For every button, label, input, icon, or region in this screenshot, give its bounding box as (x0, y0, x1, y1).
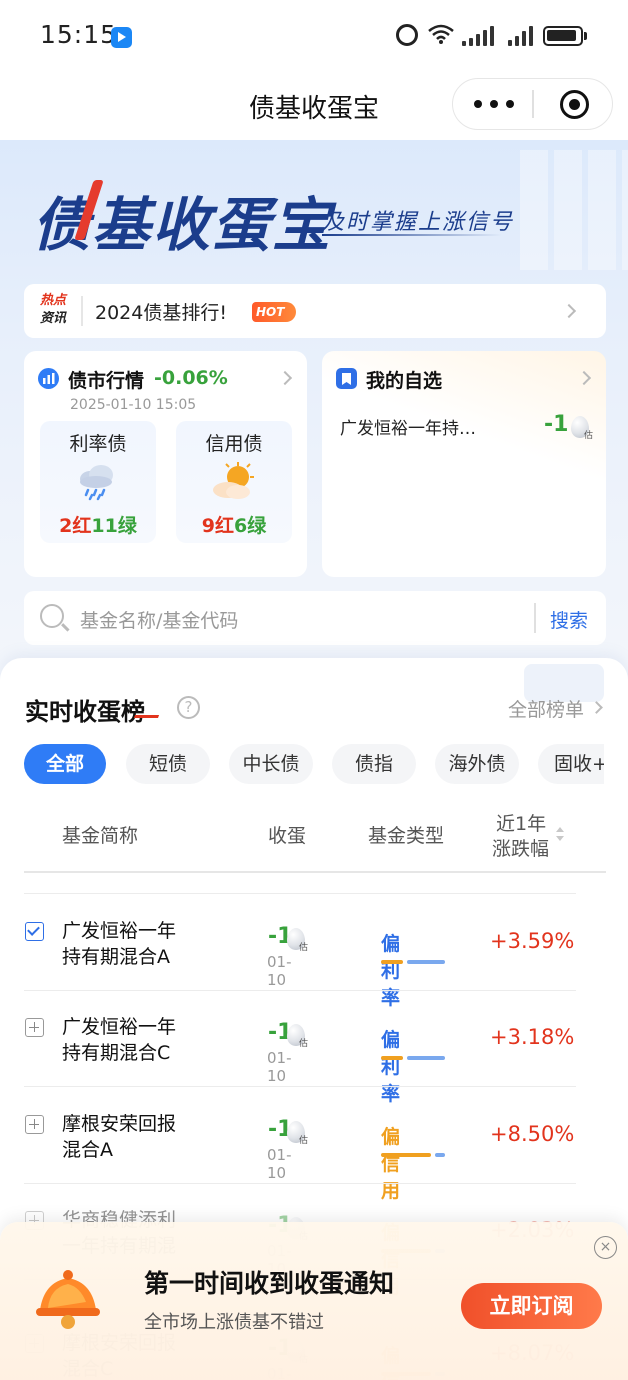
fund-type-bar-secondary (407, 1056, 445, 1060)
header-change-line1[interactable]: 近1年 (496, 809, 546, 836)
hero-decoration (520, 150, 628, 270)
credit-bond-count: 9红6绿 (201, 515, 267, 537)
close-icon[interactable]: × (594, 1236, 617, 1259)
market-date: 2025-01-10 15:05 (70, 397, 197, 413)
fund-type-bar-secondary (435, 1153, 445, 1157)
sun-cloud-icon (213, 462, 254, 499)
tab-short-bond[interactable]: 短债 (126, 744, 210, 784)
row-divider (24, 1086, 576, 1087)
one-year-change: +3.18% (490, 1025, 575, 1049)
header-fund-type: 基金类型 (368, 825, 445, 847)
more-icon[interactable] (474, 98, 514, 110)
fund-type-bar-primary (381, 1153, 431, 1157)
search-divider (534, 603, 536, 633)
slogan-underline (322, 234, 502, 236)
one-year-change: +8.50% (490, 1122, 575, 1146)
tab-overseas-bond[interactable]: 海外债 (435, 744, 519, 784)
bell-icon (36, 1270, 100, 1329)
bookmark-icon (336, 368, 357, 389)
row-divider (24, 990, 576, 991)
popup-subtitle: 全市场上涨债基不错过 (144, 1312, 324, 1333)
fund-name-line1: 广发恒裕一年 (62, 1016, 177, 1038)
egg-date: 01-10 (267, 1146, 292, 1182)
capsule-divider (532, 90, 534, 118)
row-divider (24, 1183, 576, 1184)
popup-title: 第一时间收到收蛋通知 (144, 1269, 395, 1298)
search-button[interactable]: 搜索 (550, 606, 588, 633)
one-year-change: +3.59% (490, 929, 575, 953)
rain-cloud-icon (80, 465, 113, 501)
help-icon[interactable]: ? (177, 696, 200, 719)
watchlist-egg-value: -1 (544, 412, 569, 437)
brand-slogan: 及时掌握上涨信号 (322, 210, 515, 235)
brand-logo-text: 债基收蛋宝 (32, 191, 333, 259)
tab-mid-long-bond[interactable]: 中长债 (229, 744, 313, 784)
watchlist-checked-icon[interactable] (25, 922, 44, 941)
market-title: 债市行情 (68, 370, 145, 392)
credit-bond-label: 信用债 (205, 433, 263, 455)
watchlist-title: 我的自选 (366, 370, 443, 392)
search-input[interactable]: 基金名称/基金代码 (80, 606, 238, 633)
fund-type-label: 偏利率 (381, 933, 401, 1009)
hot-badge-icon: HOT (252, 302, 296, 322)
fund-type-label: 偏信用 (381, 1126, 401, 1202)
tab-all[interactable]: 全部 (24, 744, 106, 784)
header-change-line2[interactable]: 涨跌幅 (492, 834, 549, 861)
my-watchlist-card[interactable] (322, 351, 606, 577)
rate-bond-label: 利率债 (69, 433, 127, 455)
sort-icon[interactable] (555, 826, 565, 842)
egg-date: 01-10 (267, 953, 292, 989)
tab-bond-index[interactable]: 债指 (332, 744, 416, 784)
fund-type-bar-secondary (407, 960, 445, 964)
estimate-mark: 估 (299, 1136, 309, 1146)
add-to-watchlist-icon[interactable] (25, 1018, 44, 1037)
hot-news-tag: 热点 资讯 (40, 292, 74, 328)
fund-name-line1: 摩根安荣回报 (62, 1113, 177, 1135)
fund-name-line2: 持有期混合A (62, 946, 170, 968)
egg-date: 01-10 (267, 1049, 292, 1085)
hot-news-tag-line1: 热点 (40, 293, 67, 308)
row-divider (24, 893, 576, 894)
status-time: 15:15 (40, 20, 118, 49)
estimate-mark: 估 (299, 943, 309, 953)
fund-name-line2: 混合A (62, 1139, 113, 1161)
news-headline[interactable]: 2024债基排行! (95, 298, 227, 325)
battery-tip (584, 32, 587, 40)
battery-icon (543, 26, 583, 46)
market-chart-icon (38, 368, 59, 389)
rate-bond-count: 2红11绿 (59, 515, 137, 537)
fund-name-line2: 持有期混合C (62, 1042, 171, 1064)
market-change: -0.06% (154, 367, 228, 389)
search-icon (40, 604, 64, 628)
fund-type-label: 偏利率 (381, 1029, 401, 1105)
ranking-title: 实时收蛋榜 (25, 698, 145, 726)
header-fund-name: 基金简称 (62, 825, 139, 847)
all-rankings-link[interactable]: 全部榜单 (508, 695, 584, 722)
tab-fixed-income-plus[interactable]: 固收+ (538, 744, 604, 784)
hot-news-tag-line2: 资讯 (40, 311, 67, 326)
add-to-watchlist-icon[interactable] (25, 1115, 44, 1134)
signal-icon-sim2 (508, 26, 536, 46)
header-divider (24, 871, 606, 873)
fund-name-line1: 广发恒裕一年 (62, 920, 177, 942)
estimate-mark: 估 (584, 431, 594, 441)
watchlist-fund-name[interactable]: 广发恒裕一年持… (340, 414, 476, 439)
close-miniapp-icon[interactable] (560, 90, 589, 119)
notification-app-icon (111, 27, 132, 48)
signal-icon-sim1 (462, 26, 498, 46)
alarm-icon (396, 24, 418, 46)
header-egg: 收蛋 (268, 825, 307, 847)
subscribe-button[interactable]: 立即订阅 (461, 1283, 602, 1329)
estimate-mark: 估 (299, 1039, 309, 1049)
wifi-icon (428, 24, 454, 44)
fund-type-bar-primary (381, 960, 403, 964)
news-divider (81, 296, 83, 326)
fund-type-bar-primary (381, 1056, 403, 1060)
